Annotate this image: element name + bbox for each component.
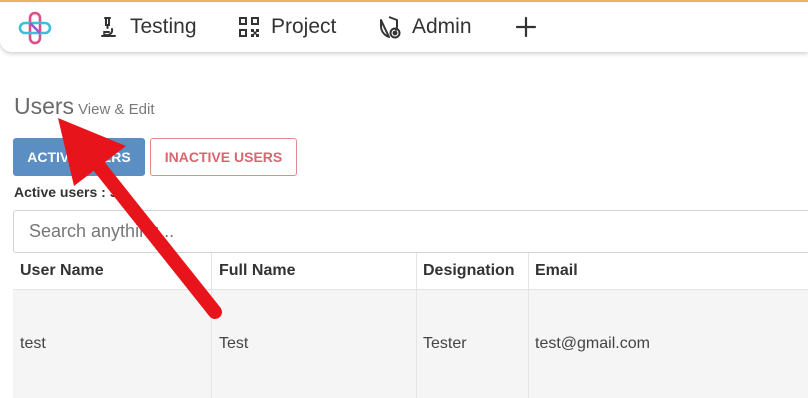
- cell-designation: Tester: [417, 290, 529, 398]
- nav-label-project: Project: [271, 15, 337, 38]
- nav-item-admin[interactable]: Admin: [378, 2, 472, 52]
- shield-gear-icon: [380, 16, 401, 39]
- column-header-designation[interactable]: Designation: [417, 253, 529, 289]
- nav-item-project[interactable]: Project: [237, 2, 336, 52]
- cell-full-name: Test: [212, 290, 417, 398]
- column-header-full-name[interactable]: Full Name: [212, 253, 417, 289]
- active-users-count: Active users : 53: [14, 184, 126, 200]
- page-title-main: Users: [14, 93, 75, 119]
- column-header-email[interactable]: Email: [529, 253, 808, 289]
- cell-email: test@gmail.com: [529, 290, 808, 398]
- app-logo-icon[interactable]: [18, 11, 52, 45]
- page-title: Users View & Edit: [14, 93, 155, 120]
- page-title-subtitle: View & Edit: [78, 101, 155, 118]
- microscope-icon: [101, 17, 116, 37]
- top-navbar: Testing Project Admin: [0, 2, 808, 52]
- column-header-user-name[interactable]: User Name: [13, 253, 212, 289]
- plus-icon: [515, 16, 537, 38]
- active-users-tab[interactable]: ACTIVE USERS: [13, 138, 145, 176]
- table-row[interactable]: test Test Tester test@gmail.com: [13, 290, 808, 398]
- inactive-users-tab[interactable]: INACTIVE USERS: [150, 138, 297, 176]
- nav-item-testing[interactable]: Testing: [96, 2, 197, 52]
- table-header-row: User Name Full Name Designation Email: [13, 253, 808, 290]
- nav-add-button[interactable]: [514, 2, 538, 52]
- nav-label-admin: Admin: [412, 15, 472, 38]
- users-table: User Name Full Name Designation Email te…: [13, 253, 808, 398]
- search-input[interactable]: [13, 210, 808, 253]
- cell-user-name: test: [13, 290, 212, 398]
- nav-label-testing: Testing: [130, 15, 197, 38]
- qr-code-icon: [239, 17, 259, 37]
